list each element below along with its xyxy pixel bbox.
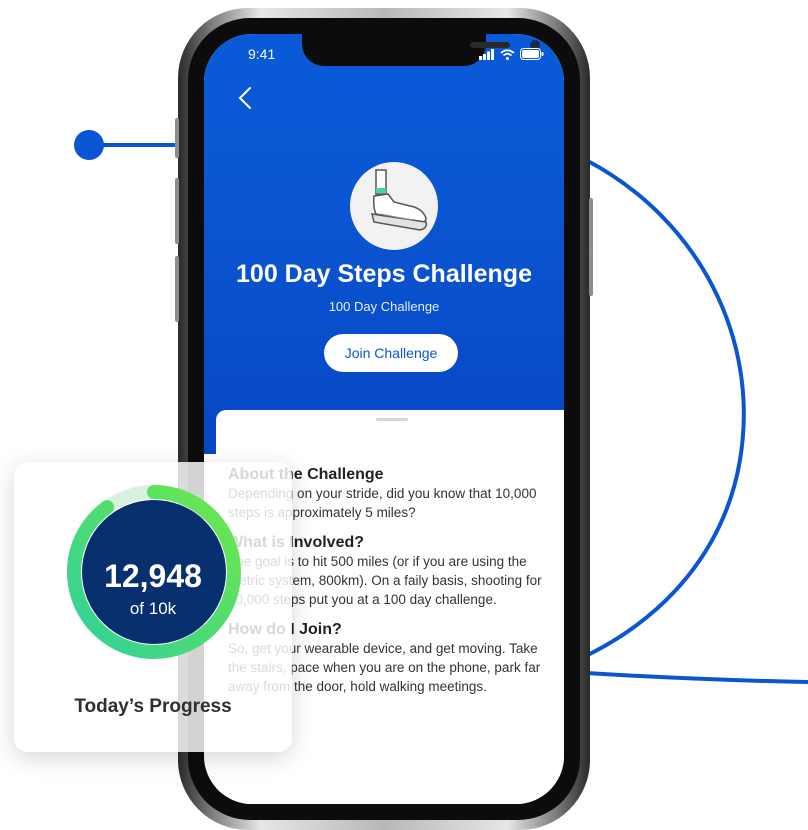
sheet-drag-handle[interactable] xyxy=(376,418,408,421)
challenge-header: 9:41 100 Day Steps Challenge 100 Day Cha… xyxy=(204,34,564,454)
sneaker-icon xyxy=(371,169,428,231)
status-time: 9:41 xyxy=(248,46,276,62)
progress-label: Today’s Progress xyxy=(74,696,232,717)
back-chevron-icon[interactable] xyxy=(234,82,258,114)
challenge-badge xyxy=(350,162,438,250)
phone-notch xyxy=(302,34,540,66)
phone-power-button xyxy=(589,198,593,296)
challenge-subtitle: 100 Day Challenge xyxy=(328,299,440,314)
signal-icon xyxy=(479,48,494,60)
challenge-title: 100 Day Steps Challenge xyxy=(236,260,532,288)
steps-count: 12,948 xyxy=(104,558,202,594)
status-icons xyxy=(479,48,544,60)
progress-card: 12,948 of 10k Today’s Progress xyxy=(14,462,292,752)
phone-volume-down xyxy=(175,256,179,322)
phone-side-button xyxy=(175,118,179,158)
steps-goal: of 10k xyxy=(129,599,177,618)
battery-icon xyxy=(520,48,544,60)
wifi-icon xyxy=(500,48,515,60)
join-challenge-button[interactable]: Join Challenge xyxy=(324,334,458,372)
horizontal-line xyxy=(585,671,808,684)
phone-volume-up xyxy=(175,178,179,244)
